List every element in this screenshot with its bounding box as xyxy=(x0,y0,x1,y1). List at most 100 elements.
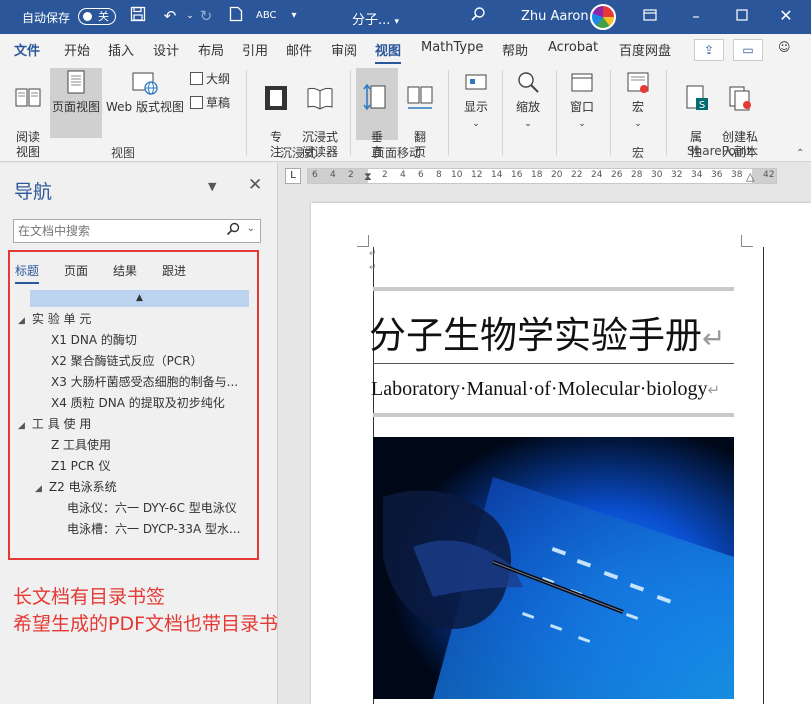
document-title-heading[interactable]: 分子生物学实验手册↵ xyxy=(369,305,725,359)
tab-home[interactable]: 开始 xyxy=(64,40,90,59)
ruler-number: 20 xyxy=(551,170,563,180)
search-icon[interactable] xyxy=(226,222,240,240)
expand-triangle-icon[interactable]: ◢ xyxy=(18,421,25,431)
collapse-all-button[interactable]: ▲ xyxy=(30,290,249,307)
minimize-icon[interactable]: – xyxy=(686,6,706,26)
ribbon-tabs: 文件 开始 插入 设计 布局 引用 邮件 审阅 视图 MathType 帮助 A… xyxy=(0,34,811,65)
nav-tab-results[interactable]: 结果 xyxy=(113,262,137,279)
web-layout-label: Web 版式视图 xyxy=(106,100,184,114)
ruler-number: 8 xyxy=(436,170,442,180)
ribbon-separator xyxy=(448,70,449,156)
indent-marker[interactable]: ⧗ xyxy=(364,170,372,184)
expand-triangle-icon[interactable]: ◢ xyxy=(35,484,42,494)
tab-selector[interactable]: L xyxy=(285,168,301,184)
nav-heading-2[interactable]: Z1 PCR 仪 xyxy=(51,457,110,474)
nav-close-icon[interactable]: ✕ xyxy=(248,175,262,195)
horizontal-rule xyxy=(373,413,734,417)
nav-tab-headings[interactable]: 标题 xyxy=(15,262,40,284)
maximize-icon[interactable] xyxy=(732,6,752,26)
nav-heading-1[interactable]: ◢ 工 具 使 用 xyxy=(18,415,91,432)
tab-layout[interactable]: 布局 xyxy=(198,40,224,59)
ribbon-display-icon[interactable] xyxy=(640,6,660,26)
tab-baidu-netdisk[interactable]: 百度网盘 xyxy=(619,40,671,59)
tab-help[interactable]: 帮助 xyxy=(502,40,528,59)
tab-insert[interactable]: 插入 xyxy=(108,40,134,59)
search-icon[interactable] xyxy=(468,6,488,26)
tab-mathtype[interactable]: MathType xyxy=(421,40,483,55)
tab-file[interactable]: 文件 xyxy=(14,40,40,59)
tab-view[interactable]: 视图 xyxy=(375,40,402,65)
comments-button[interactable]: ▭ xyxy=(733,39,763,61)
tab-acrobat[interactable]: Acrobat xyxy=(548,40,598,55)
ruler-number: 26 xyxy=(611,170,623,180)
window-button[interactable]: 窗口 ⌄ xyxy=(562,68,602,132)
more-icon[interactable]: ☺ xyxy=(778,40,791,54)
right-indent-marker[interactable]: △ xyxy=(746,170,754,183)
customize-quick-access-icon[interactable]: ▾ xyxy=(284,6,304,26)
web-layout-button[interactable]: Web 版式视图 xyxy=(104,68,186,115)
collapse-ribbon-icon[interactable]: ⌃ xyxy=(796,148,804,159)
expand-triangle-icon[interactable]: ◢ xyxy=(18,316,25,326)
nav-heading-1[interactable]: ◢ 实 验 单 元 xyxy=(18,310,91,327)
nav-options-dropdown-icon[interactable]: ▼ xyxy=(208,180,216,193)
document-canvas[interactable]: ↵ ↵ 分子生物学实验手册↵ Laboratory·Manual·of·Mole… xyxy=(279,189,811,704)
nav-heading-2[interactable]: X3 大肠杆菌感受态细胞的制备与... xyxy=(51,373,238,390)
properties-icon: S xyxy=(686,85,708,111)
tab-mailings[interactable]: 邮件 xyxy=(286,40,312,59)
text-boundary-right xyxy=(763,247,764,704)
nav-tab-follow-up[interactable]: 跟进 xyxy=(162,262,186,279)
horizontal-rule xyxy=(373,363,734,364)
avatar[interactable] xyxy=(590,4,616,30)
ribbon-separator xyxy=(502,70,503,156)
nav-heading-2[interactable]: Z 工具使用 xyxy=(51,436,111,453)
ruler-number: 28 xyxy=(631,170,643,180)
show-icon xyxy=(465,74,487,90)
ruler-area: L 6 4 2 ⧗ 2 4 6 8 10 12 14 16 18 20 22 2… xyxy=(279,163,811,189)
document-subtitle[interactable]: Laboratory·Manual·of·Molecular·biology↵ xyxy=(371,378,720,401)
tab-review[interactable]: 审阅 xyxy=(331,40,357,59)
read-mode-button[interactable]: 阅读 视图 xyxy=(8,68,48,160)
tab-design[interactable]: 设计 xyxy=(153,40,179,59)
tab-references[interactable]: 引用 xyxy=(242,40,268,59)
nav-heading-3[interactable]: 电泳槽：六一 DYCP-33A 型水... xyxy=(67,520,241,537)
zoom-chevron-icon: ⌄ xyxy=(524,119,532,129)
macros-icon xyxy=(627,72,649,93)
nav-tab-pages[interactable]: 页面 xyxy=(64,262,88,279)
search-options-chevron-icon[interactable]: ⌄ xyxy=(247,223,255,234)
nav-search-box[interactable]: ⌄ xyxy=(13,219,261,243)
share-button[interactable]: ⇪ xyxy=(694,39,724,61)
print-layout-button[interactable]: 页面视图 xyxy=(50,68,102,138)
redo-icon[interactable]: ↻ xyxy=(196,6,216,26)
save-icon[interactable] xyxy=(128,6,148,26)
zoom-button[interactable]: 缩放 ⌄ xyxy=(508,68,548,132)
spelling-icon[interactable]: ABC xyxy=(256,6,277,26)
horizontal-ruler[interactable]: 6 4 2 ⧗ 2 4 6 8 10 12 14 16 18 20 22 24 … xyxy=(307,168,777,184)
gel-electrophoresis-image xyxy=(373,437,734,699)
show-button[interactable]: 显示 ⌄ xyxy=(456,68,496,132)
cover-photo[interactable] xyxy=(373,437,734,699)
horizontal-rule xyxy=(373,287,734,291)
vertical-button[interactable]: 垂 直 xyxy=(356,68,398,159)
ribbon: 阅读 视图 页面视图 Web 版式视图 大纲 草稿 视图 专 注 沉浸式 阅读器… xyxy=(0,64,811,162)
document-icon[interactable] xyxy=(226,6,246,26)
document-page[interactable]: ↵ ↵ 分子生物学实验手册↵ Laboratory·Manual·of·Mole… xyxy=(311,203,811,704)
close-icon[interactable]: ✕ xyxy=(776,6,796,26)
nav-heading-2[interactable]: ◢ Z2 电泳系统 xyxy=(35,478,117,495)
draft-button[interactable]: 草稿 xyxy=(190,94,230,111)
document-title[interactable]: 分子... ▾ xyxy=(352,9,399,28)
nav-heading-2[interactable]: X1 DNA 的酶切 xyxy=(51,331,137,348)
navigation-pane: 导航 ▼ ✕ ⌄ 标题 页面 结果 跟进 ▲ ◢ 实 验 单 元 X1 DNA 的… xyxy=(0,163,297,704)
ruler-number: 22 xyxy=(571,170,583,180)
nav-search-input[interactable] xyxy=(14,220,214,242)
ruler-number: 34 xyxy=(691,170,703,180)
nav-heading-2[interactable]: X2 聚合酶链式反应（PCR） xyxy=(51,352,203,369)
nav-heading-2[interactable]: X4 质粒 DNA 的提取及初步纯化 xyxy=(51,394,225,411)
user-name[interactable]: Zhu Aaron xyxy=(521,9,589,24)
macros-button[interactable]: 宏 ⌄ xyxy=(618,68,658,132)
autosave-toggle[interactable]: 关 xyxy=(78,8,116,25)
undo-icon[interactable]: ↶ xyxy=(160,6,180,26)
paragraph-mark: ↵ xyxy=(369,263,377,273)
nav-heading-3[interactable]: 电泳仪：六一 DYY-6C 型电泳仪 xyxy=(67,499,237,516)
outline-button[interactable]: 大纲 xyxy=(190,70,230,87)
ruler-number: 4 xyxy=(400,170,406,180)
